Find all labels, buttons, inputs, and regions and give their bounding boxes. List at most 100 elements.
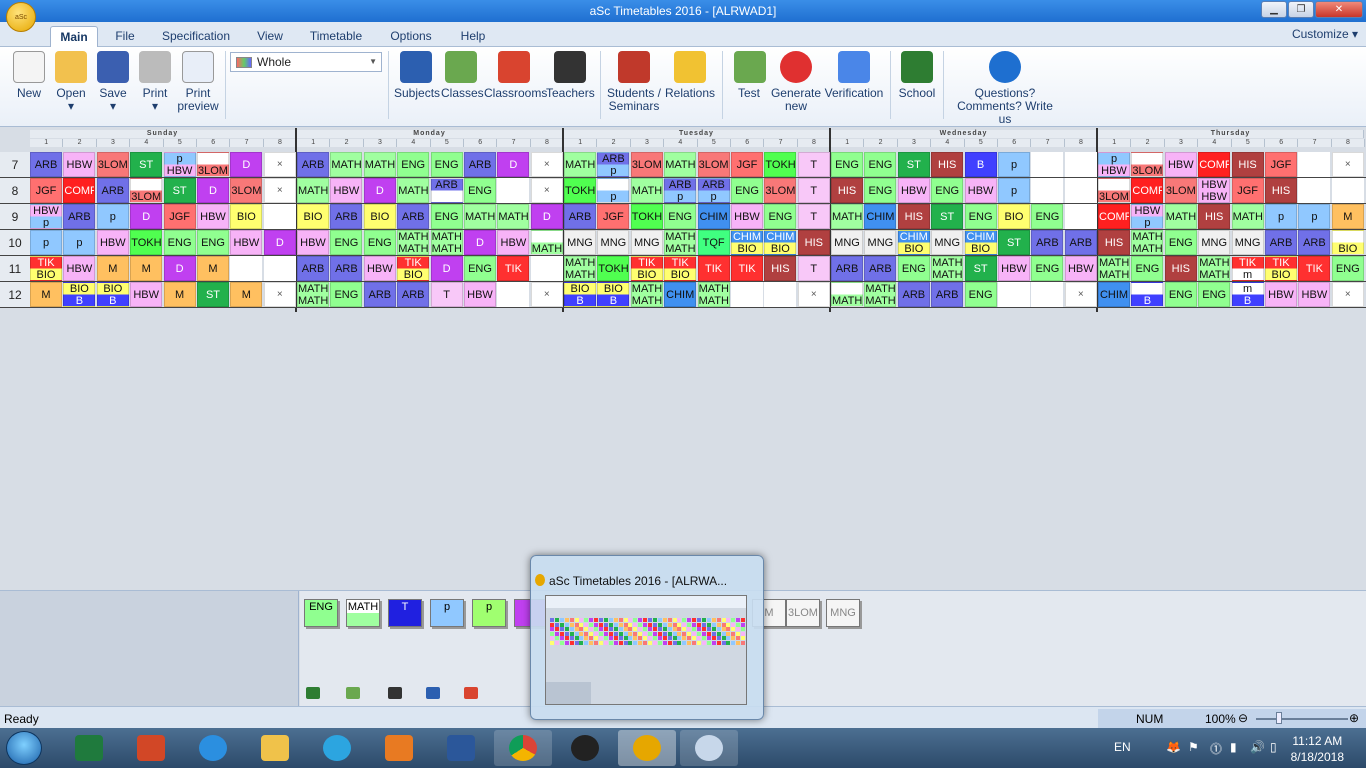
flag-icon[interactable]: ⚑ [1188,740,1199,754]
lesson-card[interactable]: D [263,230,296,255]
lesson-card[interactable]: p HBW [163,152,196,177]
day-header[interactable]: Tuesday [564,130,830,138]
lesson-card[interactable]: M [1331,204,1364,229]
lesson-card[interactable]: ARB p [697,178,730,203]
period-header[interactable]: 1 [30,139,64,147]
lesson-card[interactable]: HBW [96,230,129,255]
blocked-slot[interactable]: × [263,178,296,203]
lesson-card[interactable]: B [1131,282,1164,307]
unplaced-card[interactable]: p [430,599,464,627]
close-button[interactable]: ✕ [1315,1,1363,18]
period-header[interactable]: 5 [430,139,464,147]
students-group-icon[interactable] [346,687,360,699]
lesson-card[interactable]: HBW [130,282,163,307]
empty-slot[interactable] [731,282,763,307]
empty-slot[interactable] [497,178,530,203]
fox-icon[interactable]: 🦊 [1166,740,1181,754]
day-header[interactable]: Monday [297,130,563,138]
lesson-card[interactable]: ST [197,282,229,307]
lesson-card[interactable]: HBW [731,204,763,229]
period-header[interactable]: 5 [1231,139,1265,147]
lesson-card[interactable]: ENG [430,152,463,177]
lesson-card[interactable]: MATH [630,178,663,203]
period-header[interactable]: 6 [998,139,1032,147]
period-header[interactable]: 7 [764,139,798,147]
lesson-card[interactable]: JGF [30,178,62,203]
app-logo-icon[interactable]: aSc [6,2,36,32]
lesson-card[interactable]: CHIM BIO [731,230,763,255]
lesson-card[interactable]: BIO [363,204,396,229]
lesson-card[interactable]: ENG [731,178,763,203]
empty-slot[interactable] [230,256,263,281]
lesson-card[interactable]: MNG [1198,230,1231,255]
period-header[interactable]: 4 [1198,139,1232,147]
period-header[interactable]: 6 [731,139,765,147]
taskbar-chrome[interactable] [494,730,552,766]
lesson-card[interactable]: ARB p [664,178,697,203]
view-filter-select[interactable]: Whole ▼ [230,52,382,72]
lesson-card[interactable]: BIO [230,204,263,229]
lesson-card[interactable]: HBW [1064,256,1097,281]
taskbar-thumbnail-preview[interactable]: aSc Timetables 2016 - [ALRWA... [530,555,764,720]
lesson-card[interactable]: MATH [497,204,530,229]
lesson-card[interactable]: ARB [864,256,897,281]
school-button[interactable]: School [897,51,937,100]
chalkboard-icon[interactable] [306,687,320,699]
lesson-card[interactable]: ARB [1265,230,1297,255]
lesson-card[interactable]: MATH [831,204,863,229]
verification-button[interactable]: Verification [823,51,885,100]
blocked-slot[interactable]: × [530,178,563,203]
lesson-card[interactable]: MATH [1231,204,1264,229]
class-row-label[interactable]: 9 [0,204,30,230]
lesson-card[interactable]: ENG [964,204,997,229]
lesson-card[interactable]: MATH [1164,204,1197,229]
empty-slot[interactable] [1298,152,1331,177]
lesson-card[interactable]: JGF [731,152,763,177]
lesson-card[interactable]: TIK [731,256,763,281]
lesson-card[interactable]: HBW HBW [1198,178,1231,203]
lesson-card[interactable]: HBW [1298,282,1331,307]
lesson-card[interactable]: MATH MATH [1098,256,1130,281]
students-seminars-button[interactable]: Students / Seminars [606,51,662,113]
lesson-card[interactable]: D [163,256,196,281]
update-icon[interactable]: ⓵ [1210,740,1222,757]
period-header[interactable]: 5 [697,139,731,147]
tab-timetable[interactable]: Timetable [305,26,367,47]
taskbar-ie[interactable] [184,730,242,766]
lesson-card[interactable]: ENG [330,230,363,255]
lesson-card[interactable]: ENG [197,230,229,255]
unplaced-card[interactable]: 3LOM [786,599,820,627]
period-header[interactable]: 2 [597,139,631,147]
lesson-card[interactable]: ARB [1064,230,1097,255]
lesson-card[interactable]: HIS [1265,178,1297,203]
lesson-card[interactable]: HIS [897,204,930,229]
period-header[interactable]: 1 [831,139,865,147]
lesson-card[interactable]: MATH [330,152,363,177]
lesson-card[interactable]: 3LOM [96,152,129,177]
clock[interactable]: 11:12 AM 8/18/2018 [1291,733,1344,765]
questions-button[interactable]: Questions? Comments? Write us [950,51,1060,126]
lesson-card[interactable]: HIS [1164,256,1197,281]
lesson-card[interactable]: TIK BIO [397,256,430,281]
period-header[interactable]: 1 [564,139,598,147]
unplaced-card[interactable]: ENG [304,599,338,627]
lesson-card[interactable]: TOKH [630,204,663,229]
lesson-card[interactable]: TOKH [130,230,163,255]
class-row-label[interactable]: 10 [0,230,30,256]
lesson-card[interactable]: CHIM BIO [964,230,997,255]
lesson-card[interactable]: TQF [697,230,730,255]
lesson-card[interactable]: BIO B [96,282,129,307]
period-header[interactable]: 6 [197,139,231,147]
lesson-card[interactable]: D [363,178,396,203]
taskbar-app-orange[interactable] [122,730,180,766]
lesson-card[interactable]: HBW p [1131,204,1164,229]
lesson-card[interactable]: ENG [864,178,897,203]
lesson-card[interactable]: T [797,178,830,203]
period-header[interactable]: 3 [630,139,665,147]
lesson-card[interactable]: HBW [1265,282,1297,307]
lesson-card[interactable]: JGF [1265,152,1297,177]
unplaced-card[interactable]: MNG [826,599,860,627]
print-button[interactable]: Print ▾ [136,51,174,113]
taskbar-telegram[interactable] [308,730,366,766]
lesson-card[interactable]: ENG [163,230,196,255]
